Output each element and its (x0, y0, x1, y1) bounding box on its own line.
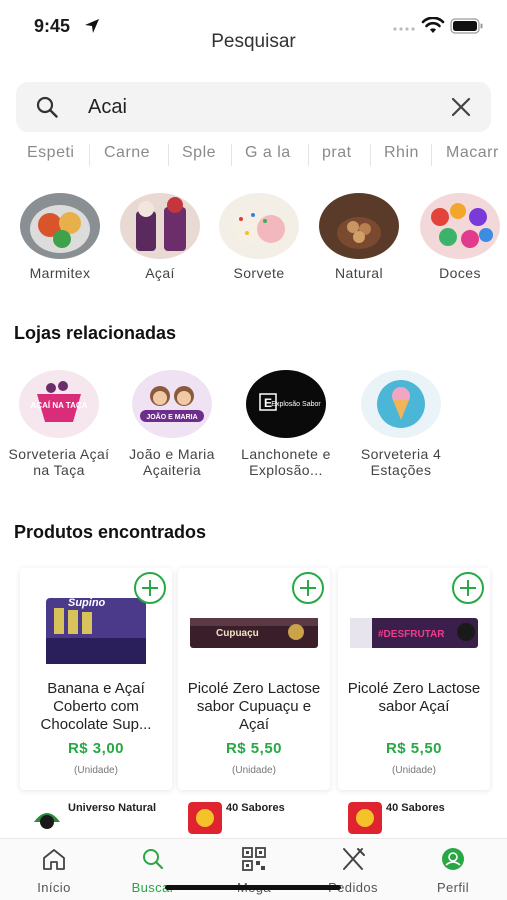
product-card[interactable]: #DESFRUTAR Picolé Zero Lactose sabor Aça… (338, 568, 490, 790)
product-price: R$ 5,50 (385, 740, 443, 757)
vendor-logo (348, 802, 382, 834)
vendor-name: 40 Sabores (386, 802, 445, 814)
category-acai[interactable]: Açaí (110, 193, 210, 281)
suggestion-chips: Espeti Carne Sple G a la prat Rhin Macar… (0, 138, 507, 176)
store-logo-text: JOÃO E MARIA (146, 412, 197, 421)
chip-divider (89, 144, 90, 166)
category-image (319, 193, 399, 259)
product-card[interactable]: Cupuaçu Picolé Zero Lactose sabor Cupuaç… (178, 568, 330, 790)
product-vendor[interactable]: 40 Sabores (178, 796, 330, 838)
tab-perfil[interactable]: Perfil (413, 847, 493, 895)
tab-label: Perfil (436, 880, 470, 895)
store-explosao-sabor[interactable]: E Explosão Sabor Lanchonete e Explosão..… (231, 370, 341, 478)
products-found-title: Produtos encontrados (14, 522, 207, 542)
store-joao-e-maria[interactable]: JOÃO E MARIA João e Maria Açaiteria (117, 370, 227, 478)
product-card[interactable]: Supino Banana e Açaí Coberto com Chocola… (20, 568, 172, 790)
product-name: Picolé Zero Lactose sabor Cupuaçu e Açaí (187, 680, 321, 733)
vendor-name: 40 Sabores (226, 802, 285, 814)
search-icon (36, 96, 58, 118)
suggestion-chip[interactable]: Rhin (384, 144, 419, 162)
suggestion-chip[interactable]: prat (322, 144, 352, 162)
category-image (420, 193, 500, 259)
related-stores-title: Lojas relacionadas (14, 323, 177, 343)
category-image (120, 193, 200, 259)
store-logo-text: Explosão Sabor (271, 401, 321, 408)
store-name: Lanchonete e Explosão... (241, 446, 331, 478)
product-brand-text: #DESFRUTAR (378, 629, 445, 640)
chip-divider (168, 144, 169, 166)
vendor-logo (30, 802, 64, 834)
product-brand-text: Cupuaçu (216, 628, 259, 639)
suggestion-chip[interactable]: Espeti (27, 144, 74, 162)
vendor-name: Universo Natural (68, 802, 157, 814)
page-title: Pesquisar (211, 31, 296, 52)
store-logo (361, 370, 441, 438)
store-acai-na-taca[interactable]: AÇAÍ NA TAÇA Sorveteria Açaí na Taça (4, 370, 114, 478)
category-label: Sorvete (233, 265, 285, 281)
search-input[interactable] (88, 94, 418, 120)
product-name: Banana e Açaí Coberto com Chocolate Sup.… (40, 680, 152, 733)
category-image (219, 193, 299, 259)
chip-divider (231, 144, 232, 166)
suggestion-chip[interactable]: Macarr (446, 144, 499, 162)
product-brand-text: Supino (68, 597, 106, 609)
suggestion-chip[interactable]: G a la (245, 144, 291, 162)
category-marmitex[interactable]: Marmitex (10, 193, 110, 281)
product-name: Picolé Zero Lactose sabor Açaí (347, 680, 481, 715)
vendor-logo (188, 802, 222, 834)
add-to-cart-button[interactable] (292, 572, 324, 604)
chip-divider (370, 144, 371, 166)
category-doces[interactable]: Doces (410, 193, 507, 281)
suggestion-chip[interactable]: Carne (104, 144, 150, 162)
search-icon (143, 849, 164, 870)
home-icon (43, 849, 65, 870)
category-sorvete[interactable]: Sorvete (209, 193, 309, 281)
product-price: R$ 5,50 (225, 740, 283, 757)
tab-label: Início (37, 880, 71, 895)
product-vendor[interactable]: 40 Sabores (338, 796, 490, 838)
product-unit: (Unidade) (74, 765, 118, 776)
product-vendor[interactable]: Universo Natural (20, 796, 172, 838)
category-label: Natural (335, 265, 383, 281)
store-logo: AÇAÍ NA TAÇA (19, 370, 99, 438)
add-to-cart-button[interactable] (134, 572, 166, 604)
store-name: João e Maria Açaiteria (129, 446, 215, 478)
store-logo: JOÃO E MARIA (132, 370, 212, 438)
profile-icon (442, 848, 464, 870)
cutlery-icon (343, 848, 365, 870)
bottom-tab-bar: Início Buscar Mega Pedidos (0, 838, 507, 900)
search-bar[interactable] (16, 82, 491, 132)
qr-code-icon (242, 847, 266, 871)
category-image (20, 193, 100, 259)
chip-divider (431, 144, 432, 166)
tab-inicio[interactable]: Início (14, 847, 94, 895)
store-name: Sorveteria Açaí na Taça (8, 446, 110, 478)
store-logo: E Explosão Sabor (246, 370, 326, 438)
category-natural[interactable]: Natural (309, 193, 409, 281)
add-to-cart-button[interactable] (452, 572, 484, 604)
chip-divider (308, 144, 309, 166)
home-indicator (165, 885, 341, 890)
category-label: Doces (439, 265, 481, 281)
product-unit: (Unidade) (392, 765, 436, 776)
suggestion-chip[interactable]: Sple (182, 144, 216, 162)
store-logo-text: AÇAÍ NA TAÇA (31, 401, 88, 410)
category-label: Açaí (145, 265, 175, 281)
product-price: R$ 3,00 (67, 740, 125, 757)
store-name: Sorveteria 4 Estações (360, 446, 442, 478)
store-4-estacoes[interactable]: Sorveteria 4 Estações (346, 370, 456, 478)
category-label: Marmitex (29, 265, 91, 281)
clear-icon[interactable] (450, 96, 472, 118)
product-unit: (Unidade) (232, 765, 276, 776)
